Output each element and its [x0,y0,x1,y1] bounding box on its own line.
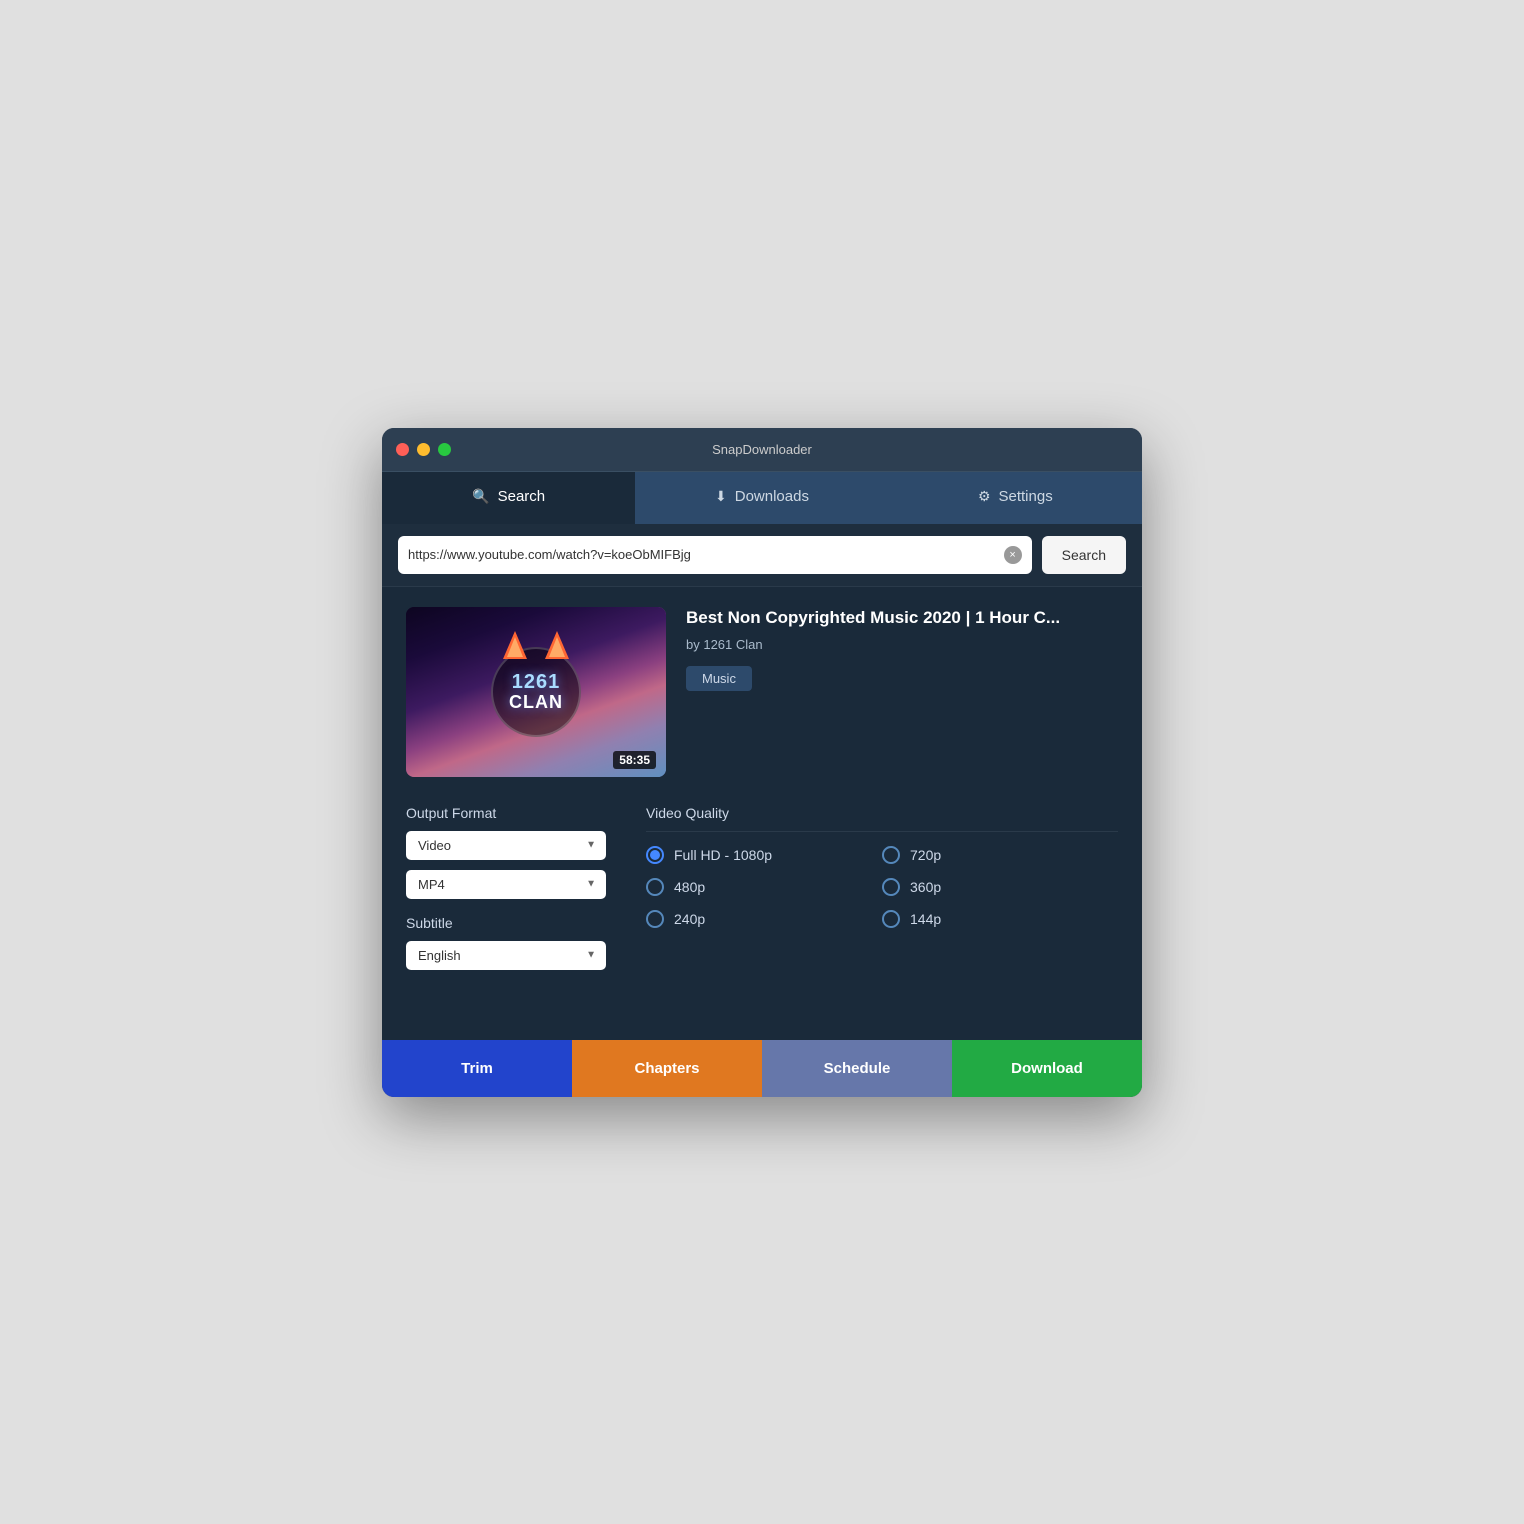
search-button[interactable]: Search [1042,536,1126,574]
download-button[interactable]: Download [952,1040,1142,1097]
tab-search[interactable]: 🔍 Search [382,472,635,524]
action-bar: Trim Chapters Schedule Download [382,1040,1142,1097]
codec-select-wrapper: MP4 MKV MOV AVI ▼ [406,870,606,899]
window-controls [396,443,451,456]
logo-circle: 1261 CLAN [491,647,581,737]
ear-right-inner-icon [549,637,565,657]
logo-text: 1261 CLAN [509,671,563,713]
quality-label-1080p: Full HD - 1080p [674,847,772,863]
quality-option-1080p[interactable]: Full HD - 1080p [646,846,882,864]
right-options: Video Quality Full HD - 1080p 720p 480p [646,805,1118,980]
video-tag: Music [686,666,752,691]
left-options: Output Format Video Audio MP3 ▼ MP4 MKV … [406,805,606,980]
subtitle-label: Subtitle [406,915,606,931]
quality-option-480p[interactable]: 480p [646,878,882,896]
radio-144p[interactable] [882,910,900,928]
maximize-button[interactable] [438,443,451,456]
format-select[interactable]: Video Audio MP3 [406,831,606,860]
output-format-label: Output Format [406,805,606,821]
nav-tabs: 🔍 Search ⬇ Downloads ⚙ Settings [382,472,1142,524]
tab-settings[interactable]: ⚙ Settings [889,472,1142,524]
quality-label: Video Quality [646,805,1118,832]
video-author: by 1261 Clan [686,637,1118,652]
app-window: SnapDownloader 🔍 Search ⬇ Downloads ⚙ Se… [382,428,1142,1097]
content-area: 1261 CLAN 58:35 Best Non Copyrighted Mus… [382,587,1142,1000]
logo-number: 1261 [509,671,563,693]
video-thumbnail: 1261 CLAN 58:35 [406,607,666,777]
radio-720p[interactable] [882,846,900,864]
logo-clan: CLAN [509,693,563,713]
quality-option-240p[interactable]: 240p [646,910,882,928]
video-preview: 1261 CLAN 58:35 Best Non Copyrighted Mus… [406,607,1118,777]
clear-button[interactable]: × [1004,546,1022,564]
quality-label-720p: 720p [910,847,941,863]
close-button[interactable] [396,443,409,456]
options-section: Output Format Video Audio MP3 ▼ MP4 MKV … [406,805,1118,980]
radio-240p[interactable] [646,910,664,928]
url-input[interactable] [408,547,1004,562]
url-input-wrapper: × [398,536,1032,574]
radio-480p[interactable] [646,878,664,896]
settings-tab-label: Settings [999,488,1053,505]
radio-360p[interactable] [882,878,900,896]
titlebar: SnapDownloader [382,428,1142,472]
subtitle-select-wrapper: English None Spanish French ▼ [406,941,606,970]
subtitle-select[interactable]: English None Spanish French [406,941,606,970]
downloads-tab-icon: ⬇ [715,488,727,505]
downloads-tab-label: Downloads [735,488,809,505]
quality-option-144p[interactable]: 144p [882,910,1118,928]
quality-label-480p: 480p [674,879,705,895]
app-title: SnapDownloader [712,442,812,457]
search-bar: × Search [382,524,1142,587]
radio-1080p[interactable] [646,846,664,864]
schedule-button[interactable]: Schedule [762,1040,952,1097]
trim-button[interactable]: Trim [382,1040,572,1097]
video-info: Best Non Copyrighted Music 2020 | 1 Hour… [686,607,1118,777]
format-select-wrapper: Video Audio MP3 ▼ [406,831,606,860]
quality-grid: Full HD - 1080p 720p 480p 360p [646,846,1118,928]
video-duration: 58:35 [613,751,656,769]
search-tab-icon: 🔍 [472,488,489,505]
chapters-button[interactable]: Chapters [572,1040,762,1097]
codec-select[interactable]: MP4 MKV MOV AVI [406,870,606,899]
ear-left-inner-icon [507,637,523,657]
quality-label-144p: 144p [910,911,941,927]
quality-option-360p[interactable]: 360p [882,878,1118,896]
tab-downloads[interactable]: ⬇ Downloads [635,472,888,524]
minimize-button[interactable] [417,443,430,456]
channel-logo: 1261 CLAN [491,647,581,737]
clear-icon: × [1009,549,1015,561]
video-title: Best Non Copyrighted Music 2020 | 1 Hour… [686,607,1118,629]
quality-option-720p[interactable]: 720p [882,846,1118,864]
quality-label-240p: 240p [674,911,705,927]
quality-label-360p: 360p [910,879,941,895]
search-tab-label: Search [498,488,546,505]
settings-tab-icon: ⚙ [978,488,991,505]
